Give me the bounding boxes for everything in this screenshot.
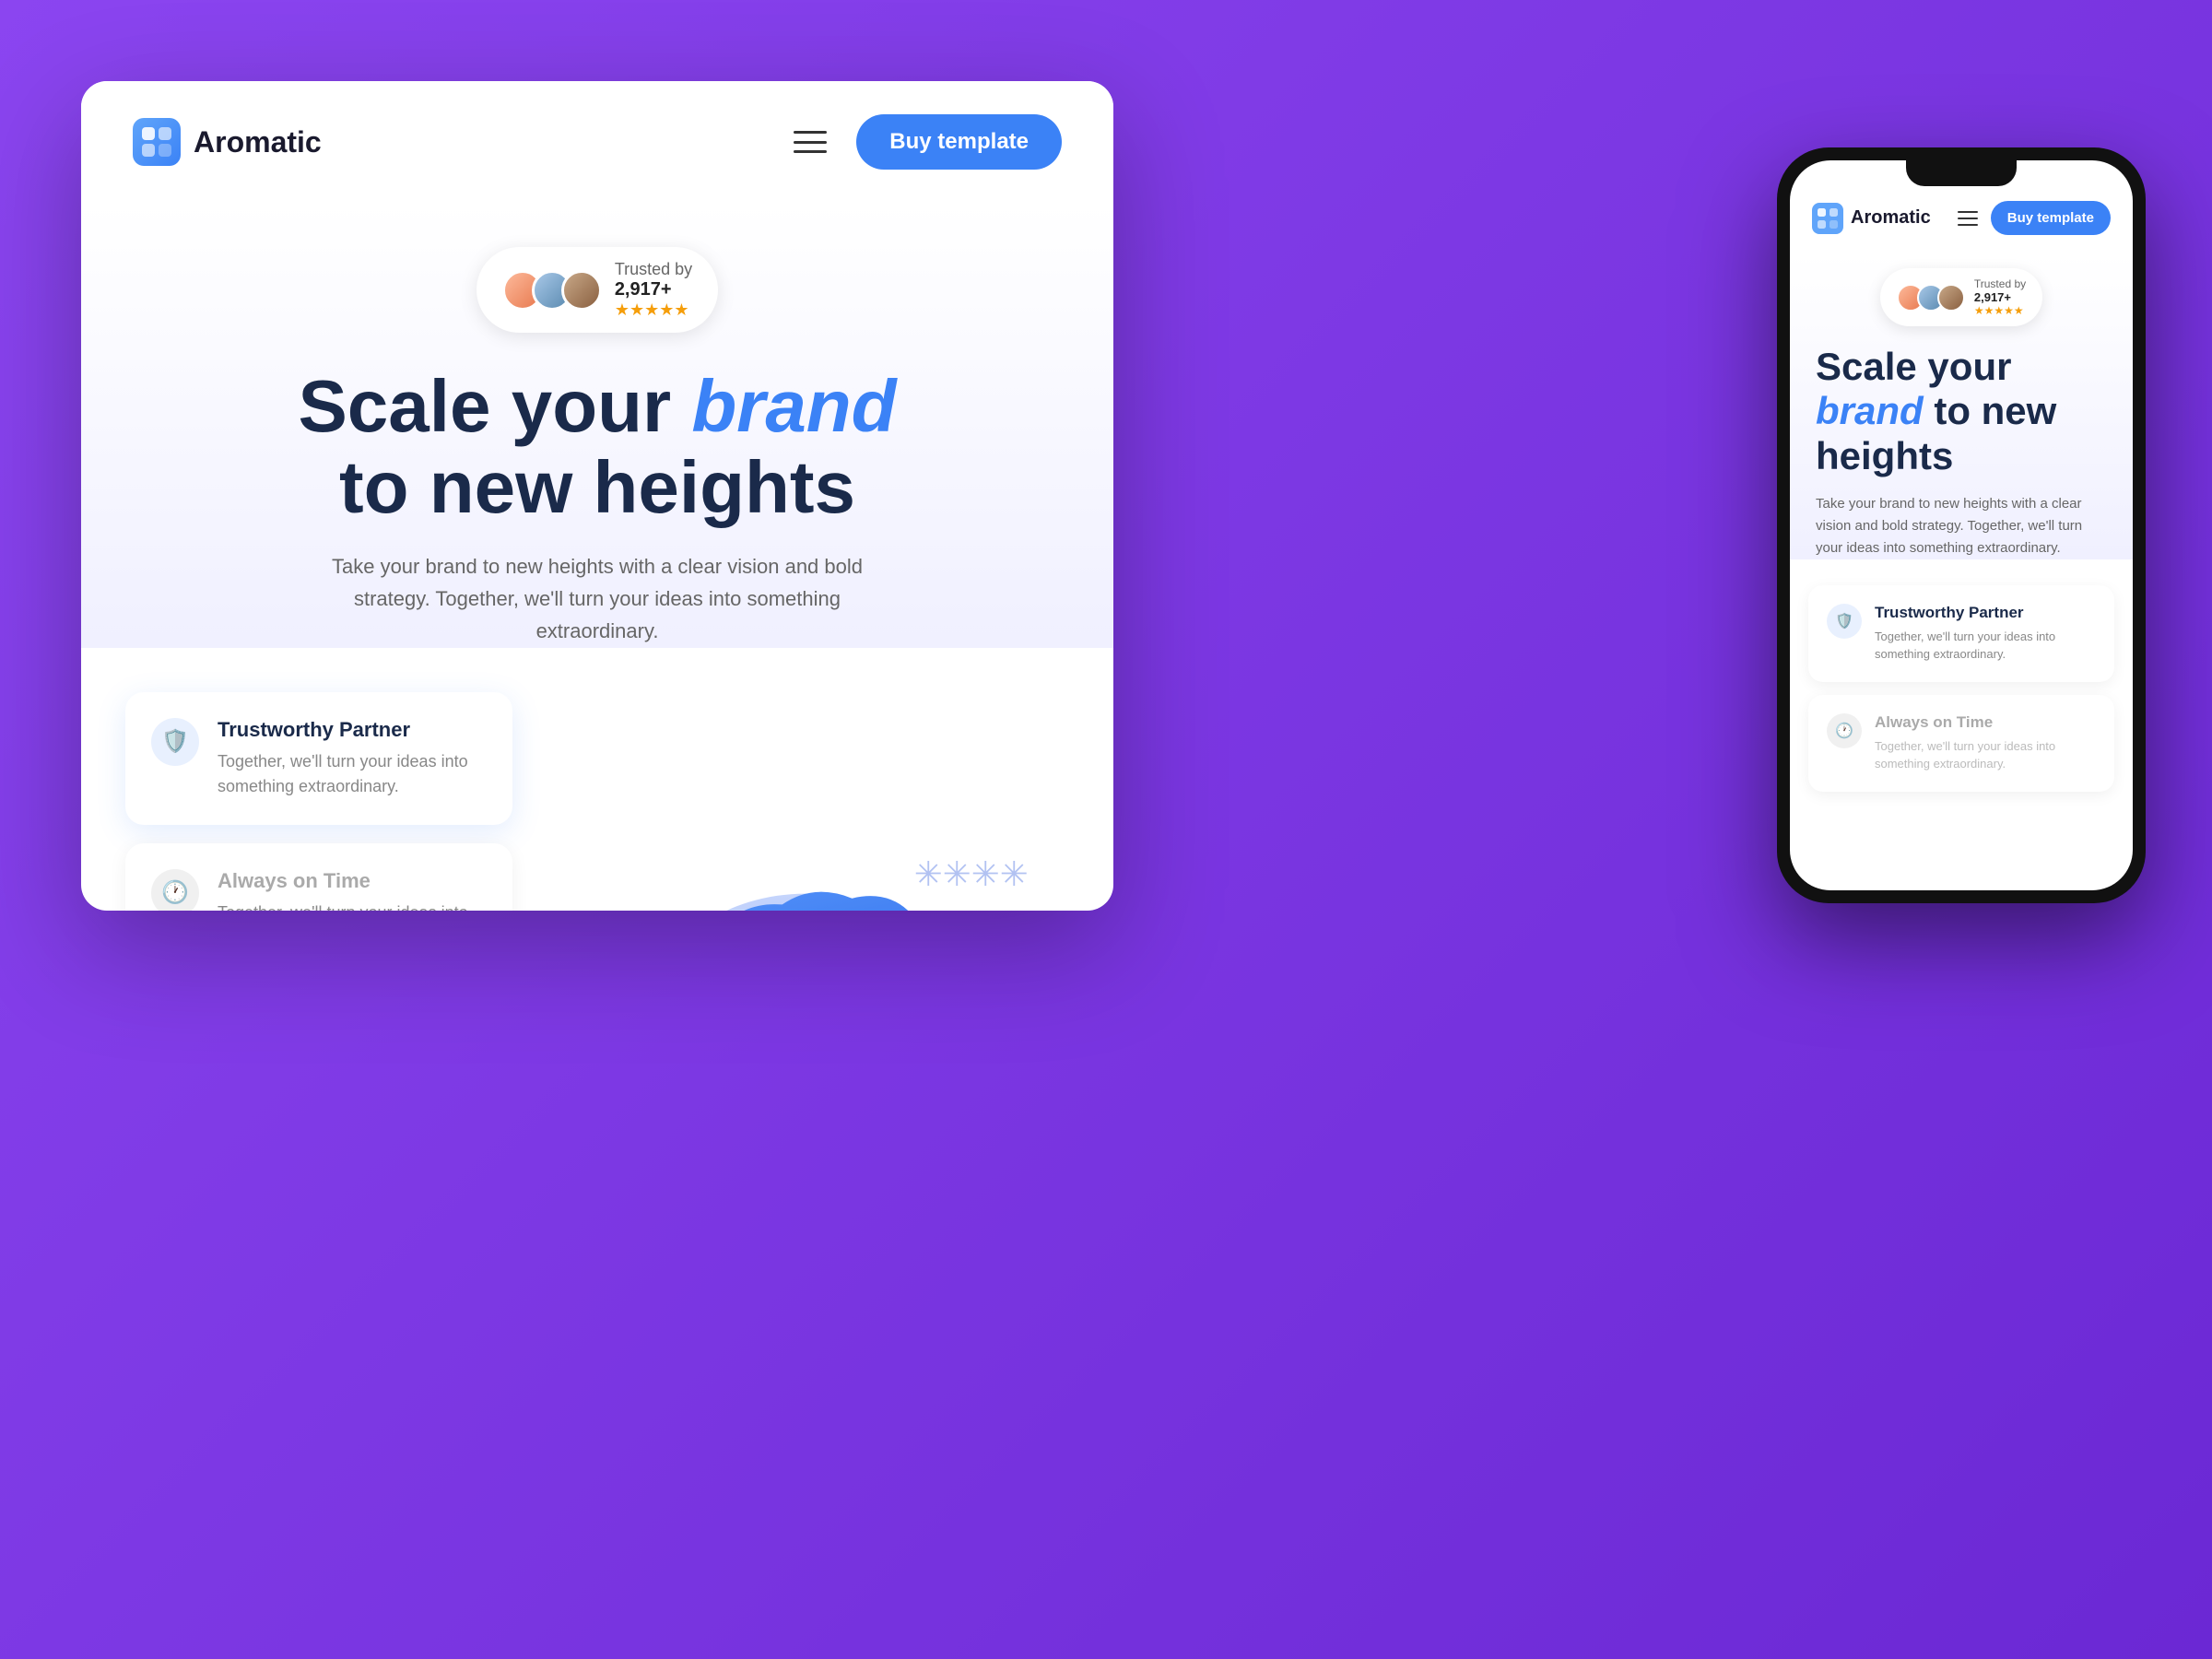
phone-inner: Aromatic Buy template bbox=[1790, 160, 2133, 890]
phone-logo-name: Aromatic bbox=[1851, 207, 1931, 229]
desktop-heading-rest: to new heights bbox=[339, 446, 855, 528]
desktop-feature-text-2: Always on Time Together, we'll turn your… bbox=[218, 869, 487, 911]
desktop-trusted-by-label: Trusted by bbox=[615, 260, 692, 279]
desktop-security-illustration: ✳✳✳✳ ✔ ✔ ✔ ✔ bbox=[542, 711, 1069, 911]
desktop-feature-desc-2: Together, we'll turn your ideas into som… bbox=[218, 900, 487, 911]
phone-hamburger-icon[interactable] bbox=[1958, 211, 1978, 226]
svg-text:✳✳✳✳: ✳✳✳✳ bbox=[914, 854, 1029, 893]
desktop-features-section: 🛡️ Trustworthy Partner Together, we'll t… bbox=[81, 692, 1113, 911]
desktop-logo-name: Aromatic bbox=[194, 125, 322, 159]
desktop-feature-ontime[interactable]: 🕐 Always on Time Together, we'll turn yo… bbox=[125, 843, 512, 911]
phone-feature-ontime[interactable]: 🕐 Always on Time Together, we'll turn yo… bbox=[1808, 695, 2114, 792]
desktop-logo: Aromatic bbox=[133, 118, 322, 166]
phone-hero-heading: Scale your brand to new heights bbox=[1812, 345, 2111, 478]
mobile-phone-mockup: Aromatic Buy template bbox=[1777, 147, 2146, 903]
desktop-logo-icon bbox=[133, 118, 181, 166]
phone-features: 🛡️ Trustworthy Partner Together, we'll t… bbox=[1790, 585, 2133, 792]
phone-clock-icon-wrap: 🕐 bbox=[1827, 713, 1862, 748]
desktop-avatar-stack bbox=[502, 270, 602, 311]
desktop-feature-title-1: Trustworthy Partner bbox=[218, 718, 487, 742]
phone-buy-button[interactable]: Buy template bbox=[1991, 201, 2111, 235]
desktop-browser-card: Aromatic Buy template Trusted by 2,917+ … bbox=[81, 81, 1113, 911]
desktop-hamburger-icon[interactable] bbox=[794, 131, 827, 153]
desktop-feature-title-2: Always on Time bbox=[218, 869, 487, 893]
desktop-nav: Aromatic Buy template bbox=[81, 81, 1113, 203]
desktop-stars: ★★★★★ bbox=[615, 300, 692, 320]
desktop-trusted-text: Trusted by 2,917+ ★★★★★ bbox=[615, 260, 692, 320]
phone-nav-right: Buy template bbox=[1958, 201, 2111, 235]
desktop-illustration: ✳✳✳✳ ✔ ✔ ✔ ✔ bbox=[542, 692, 1069, 911]
phone-feature-desc-2: Together, we'll turn your ideas into som… bbox=[1875, 737, 2096, 773]
phone-trusted-text: Trusted by 2,917+ ★★★★★ bbox=[1974, 277, 2026, 317]
phone-feature-desc-1: Together, we'll turn your ideas into som… bbox=[1875, 628, 2096, 664]
phone-heading-brand: brand bbox=[1816, 389, 1924, 432]
phone-avatar-stack bbox=[1897, 284, 1965, 312]
desktop-trusted-count: 2,917+ bbox=[615, 279, 692, 300]
desktop-feature-desc-1: Together, we'll turn your ideas into som… bbox=[218, 749, 487, 799]
desktop-feature-icon-wrap-1: 🛡️ bbox=[151, 718, 199, 766]
phone-trusted-by-label: Trusted by bbox=[1974, 277, 2026, 290]
desktop-clock-icon: 🕐 bbox=[161, 879, 189, 906]
desktop-buy-button[interactable]: Buy template bbox=[856, 114, 1062, 170]
phone-feature-title-2: Always on Time bbox=[1875, 713, 2096, 732]
desktop-avatar-3 bbox=[561, 270, 602, 311]
phone-feature-trustworthy[interactable]: 🛡️ Trustworthy Partner Together, we'll t… bbox=[1808, 585, 2114, 682]
desktop-feature-trustworthy[interactable]: 🛡️ Trustworthy Partner Together, we'll t… bbox=[125, 692, 512, 825]
desktop-nav-right: Buy template bbox=[794, 114, 1062, 170]
phone-feature-title-1: Trustworthy Partner bbox=[1875, 604, 2096, 622]
phone-stars: ★★★★★ bbox=[1974, 304, 2026, 317]
phone-trusted-badge: Trusted by 2,917+ ★★★★★ bbox=[1880, 268, 2042, 326]
phone-notch bbox=[1906, 160, 2017, 186]
phone-feature-text-1: Trustworthy Partner Together, we'll turn… bbox=[1875, 604, 2096, 664]
desktop-shield-icon: 🛡️ bbox=[161, 728, 189, 755]
phone-logo-icon bbox=[1812, 203, 1843, 234]
desktop-feature-icon-wrap-2: 🕐 bbox=[151, 869, 199, 911]
phone-trusted-count: 2,917+ bbox=[1974, 290, 2026, 304]
desktop-hero-subheading: Take your brand to new heights with a cl… bbox=[321, 550, 874, 648]
desktop-heading-main: Scale your bbox=[298, 365, 691, 447]
phone-logo: Aromatic bbox=[1812, 203, 1931, 234]
desktop-feature-text-1: Trustworthy Partner Together, we'll turn… bbox=[218, 718, 487, 799]
phone-shield-icon: 🛡️ bbox=[1835, 612, 1853, 630]
phone-heading-main: Scale your bbox=[1816, 345, 2011, 388]
phone-avatar-3 bbox=[1937, 284, 1965, 312]
desktop-hero: Trusted by 2,917+ ★★★★★ Scale your brand… bbox=[81, 203, 1113, 648]
desktop-features-list: 🛡️ Trustworthy Partner Together, we'll t… bbox=[125, 692, 512, 911]
desktop-trusted-badge: Trusted by 2,917+ ★★★★★ bbox=[477, 247, 718, 333]
phone-hero: Trusted by 2,917+ ★★★★★ Scale your brand… bbox=[1790, 253, 2133, 559]
desktop-heading-brand: brand bbox=[691, 365, 896, 447]
phone-clock-icon: 🕐 bbox=[1835, 722, 1853, 740]
phone-hero-subheading: Take your brand to new heights with a cl… bbox=[1812, 493, 2111, 559]
desktop-hero-heading: Scale your brand to new heights bbox=[133, 366, 1062, 528]
phone-outer: Aromatic Buy template bbox=[1777, 147, 2146, 903]
phone-feature-text-2: Always on Time Together, we'll turn your… bbox=[1875, 713, 2096, 773]
phone-shield-icon-wrap: 🛡️ bbox=[1827, 604, 1862, 639]
